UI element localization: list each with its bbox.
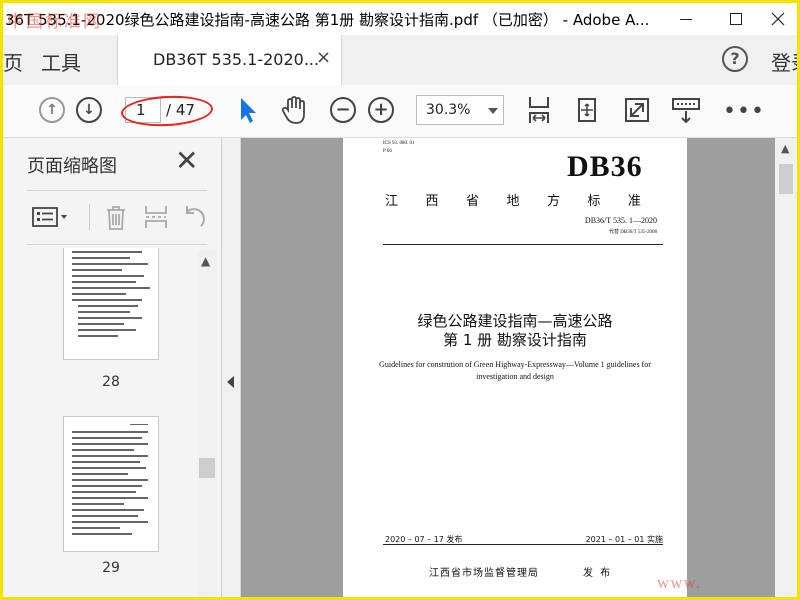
- zoom-select[interactable]: 30.3%: [416, 95, 504, 125]
- standard-type: 江 西 省 地 方 标 准: [385, 194, 641, 209]
- thumbnail-label-28: 28: [102, 374, 120, 390]
- chevron-down-icon: [488, 108, 498, 114]
- panel-toolbar: [27, 200, 217, 234]
- watermark-top: 中国标准网: [7, 12, 102, 32]
- toolbar-divider: [89, 204, 90, 230]
- scrollbar-thumb[interactable]: [779, 164, 793, 194]
- undo-icon[interactable]: [179, 202, 209, 232]
- issuer: 江西省市场监督管理局: [429, 568, 539, 579]
- header-rule: [383, 244, 663, 245]
- tab-close-icon[interactable]: ×: [316, 47, 331, 68]
- panel-collapse-strip[interactable]: [222, 138, 241, 597]
- zoom-value: 30.3%: [426, 102, 471, 118]
- arrow-down-icon[interactable]: ↓: [76, 97, 102, 123]
- maximize-icon: [730, 13, 742, 25]
- english-title: Guidelines for constrution of Green High…: [379, 360, 651, 381]
- panel-divider-2: [27, 244, 207, 245]
- title-bar: 36T 535.1-2020绿色公路建设指南-高速公路 第1册 勘察设计指南.p…: [3, 3, 797, 35]
- app-window: 36T 535.1-2020绿色公路建设指南-高速公路 第1册 勘察设计指南.p…: [0, 0, 800, 600]
- standard-logo: DB36: [567, 150, 643, 183]
- thumbnails-scrollbar[interactable]: ▲: [197, 250, 217, 597]
- page-thumbnail-28[interactable]: [63, 248, 159, 360]
- options-list-icon[interactable]: [31, 202, 71, 232]
- minimize-icon: [680, 18, 692, 20]
- tab-bar: 页 工具 DB36T 535.1-2020... × ? 登录: [3, 35, 797, 86]
- scroll-up-icon[interactable]: ▲: [781, 142, 789, 155]
- minimize-button[interactable]: [663, 3, 709, 35]
- panel-title: 页面缩略图: [27, 156, 117, 177]
- scroll-up-icon[interactable]: ▲: [201, 254, 210, 268]
- issuer-verb: 发 布: [583, 568, 613, 579]
- select-cursor-icon[interactable]: [231, 93, 265, 127]
- close-window-button[interactable]: [755, 3, 797, 35]
- thumbnails-list: 28 29: [3, 248, 197, 597]
- page-thumbnails-panel: 页面缩略图 ✕ 28 29 ▲: [3, 138, 222, 597]
- tab-document-label: DB36T 535.1-2020...: [153, 50, 320, 69]
- category-code: P 66: [383, 149, 392, 154]
- collapse-panel-icon[interactable]: [227, 376, 234, 388]
- footer-rule: [383, 544, 663, 545]
- zoom-out-icon[interactable]: −: [330, 97, 356, 123]
- doc-title-line1: 绿色公路建设指南—高速公路: [417, 312, 613, 330]
- maximize-button[interactable]: [713, 3, 759, 35]
- document-scrollbar[interactable]: ▲: [775, 138, 797, 597]
- tab-tools[interactable]: 工具: [41, 47, 81, 76]
- close-panel-icon[interactable]: ✕: [175, 146, 198, 176]
- zoom-in-icon[interactable]: +: [368, 97, 394, 123]
- scrollbar-thumb[interactable]: [199, 458, 215, 478]
- thumbnail-label-29: 29: [102, 560, 120, 576]
- doc-title-line2: 第 1 册 勘察设计指南: [443, 331, 587, 349]
- document-viewer: ICS 93. 080. 01 P 66 DB36 江 西 省 地 方 标 准 …: [241, 138, 797, 597]
- arrow-up-icon[interactable]: ↑: [39, 97, 65, 123]
- pdf-page: ICS 93. 080. 01 P 66 DB36 江 西 省 地 方 标 准 …: [343, 138, 687, 597]
- delete-icon[interactable]: [101, 202, 131, 232]
- hand-icon[interactable]: [277, 93, 311, 127]
- read-mode-icon[interactable]: [669, 93, 703, 127]
- fullscreen-icon[interactable]: [620, 93, 654, 127]
- replaces-note: 代替 DB36/T 535-2008: [609, 230, 657, 235]
- help-icon[interactable]: ?: [722, 46, 748, 72]
- more-icon[interactable]: •••: [723, 99, 765, 124]
- ics-code: ICS 93. 080. 01: [383, 141, 415, 146]
- page-thumbnail-29[interactable]: [63, 416, 159, 552]
- standard-number: DB36/T 535. 1—2020: [584, 216, 657, 225]
- signin-button[interactable]: 登录: [771, 47, 797, 76]
- rotate-icon[interactable]: [570, 93, 604, 127]
- tab-home-partial[interactable]: 页: [3, 47, 23, 76]
- close-icon: [771, 12, 785, 26]
- fit-width-icon[interactable]: [522, 93, 556, 127]
- insert-pages-icon[interactable]: [141, 202, 171, 232]
- panel-divider: [27, 190, 207, 191]
- watermark-bottom: www.: [657, 573, 701, 592]
- tab-document[interactable]: DB36T 535.1-2020... ×: [117, 35, 342, 85]
